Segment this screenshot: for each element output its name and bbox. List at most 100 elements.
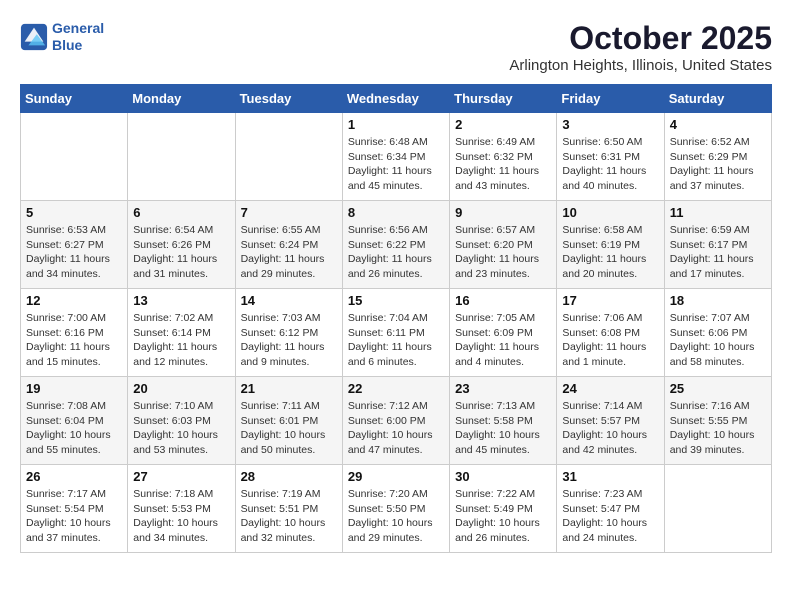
day-info: Sunrise: 7:10 AMSunset: 6:03 PMDaylight:… [133,399,229,458]
day-info: Sunrise: 6:57 AMSunset: 6:20 PMDaylight:… [455,223,551,282]
week-row-2: 5Sunrise: 6:53 AMSunset: 6:27 PMDaylight… [21,201,772,289]
day-info: Sunrise: 7:14 AMSunset: 5:57 PMDaylight:… [562,399,658,458]
day-number: 2 [455,117,551,132]
calendar-cell: 13Sunrise: 7:02 AMSunset: 6:14 PMDayligh… [128,289,235,377]
calendar-cell [128,113,235,201]
day-number: 25 [670,381,766,396]
day-number: 1 [348,117,444,132]
weekday-header-tuesday: Tuesday [235,85,342,113]
weekday-header-saturday: Saturday [664,85,771,113]
calendar-cell: 2 Sunrise: 6:49 AMSunset: 6:32 PMDaylight… [450,113,557,201]
day-info: Sunrise: 7:08 AMSunset: 6:04 PMDaylight:… [26,399,122,458]
weekday-header-wednesday: Wednesday [342,85,449,113]
calendar-cell: 22 Sunrise: 7:12 AMSunset: 6:00 PMDayligh… [342,377,449,465]
day-number: 18 [670,293,766,308]
calendar-cell: 19 Sunrise: 7:08 AMSunset: 6:04 PMDayligh… [21,377,128,465]
calendar-cell: 6 Sunrise: 6:54 AMSunset: 6:26 PMDaylight… [128,201,235,289]
day-info: Sunrise: 6:49 AMSunset: 6:32 PMDaylight:… [455,135,551,194]
day-number: 30 [455,469,551,484]
calendar-cell [235,113,342,201]
day-info: Sunrise: 6:53 AMSunset: 6:27 PMDaylight:… [26,223,122,282]
location: Arlington Heights, Illinois, United Stat… [509,57,772,74]
week-row-3: 12 Sunrise: 7:00 AMSunset: 6:16 PMDayligh… [21,289,772,377]
day-info: Sunrise: 7:06 AMSunset: 6:08 PMDaylight:… [562,311,658,370]
calendar-cell: 10Sunrise: 6:58 AMSunset: 6:19 PMDayligh… [557,201,664,289]
calendar-cell: 9Sunrise: 6:57 AMSunset: 6:20 PMDaylight… [450,201,557,289]
weekday-header-thursday: Thursday [450,85,557,113]
day-info: Sunrise: 6:56 AMSunset: 6:22 PMDaylight:… [348,223,444,282]
calendar-cell: 30 Sunrise: 7:22 AMSunset: 5:49 PMDayligh… [450,465,557,553]
calendar-cell: 8Sunrise: 6:56 AMSunset: 6:22 PMDaylight… [342,201,449,289]
day-number: 6 [133,205,229,220]
calendar-cell [21,113,128,201]
day-info: Sunrise: 6:50 AMSunset: 6:31 PMDaylight:… [562,135,658,194]
day-number: 19 [26,381,122,396]
day-info: Sunrise: 6:54 AMSunset: 6:26 PMDaylight:… [133,223,229,282]
calendar-cell: 25 Sunrise: 7:16 AMSunset: 5:55 PMDayligh… [664,377,771,465]
day-info: Sunrise: 7:18 AMSunset: 5:53 PMDaylight:… [133,487,229,546]
day-info: Sunrise: 7:00 AMSunset: 6:16 PMDaylight:… [26,311,122,370]
day-number: 10 [562,205,658,220]
day-number: 17 [562,293,658,308]
day-info: Sunrise: 7:19 AMSunset: 5:51 PMDaylight:… [241,487,337,546]
day-info: Sunrise: 6:59 AMSunset: 6:17 PMDaylight:… [670,223,766,282]
calendar-cell: 15Sunrise: 7:04 AMSunset: 6:11 PMDayligh… [342,289,449,377]
day-number: 13 [133,293,229,308]
day-info: Sunrise: 7:17 AMSunset: 5:54 PMDaylight:… [26,487,122,546]
day-number: 27 [133,469,229,484]
day-info: Sunrise: 7:20 AMSunset: 5:50 PMDaylight:… [348,487,444,546]
calendar-cell: 11Sunrise: 6:59 AMSunset: 6:17 PMDayligh… [664,201,771,289]
day-number: 31 [562,469,658,484]
day-number: 4 [670,117,766,132]
calendar-cell: 21 Sunrise: 7:11 AMSunset: 6:01 PMDayligh… [235,377,342,465]
day-info: Sunrise: 7:16 AMSunset: 5:55 PMDaylight:… [670,399,766,458]
weekday-header-sunday: Sunday [21,85,128,113]
day-info: Sunrise: 7:07 AMSunset: 6:06 PMDaylight:… [670,311,766,370]
title-block: October 2025 Arlington Heights, Illinois… [509,20,772,74]
day-number: 20 [133,381,229,396]
day-number: 26 [26,469,122,484]
day-info: Sunrise: 7:03 AMSunset: 6:12 PMDaylight:… [241,311,337,370]
logo: General Blue [20,20,104,54]
day-number: 22 [348,381,444,396]
calendar-cell: 31Sunrise: 7:23 AMSunset: 5:47 PMDayligh… [557,465,664,553]
weekday-header-monday: Monday [128,85,235,113]
day-info: Sunrise: 7:12 AMSunset: 6:00 PMDaylight:… [348,399,444,458]
weekday-header-row: SundayMondayTuesdayWednesdayThursdayFrid… [21,85,772,113]
calendar-cell: 16Sunrise: 7:05 AMSunset: 6:09 PMDayligh… [450,289,557,377]
calendar-cell: 24 Sunrise: 7:14 AMSunset: 5:57 PMDayligh… [557,377,664,465]
day-number: 7 [241,205,337,220]
calendar-table: SundayMondayTuesdayWednesdayThursdayFrid… [20,84,772,553]
calendar-cell: 20 Sunrise: 7:10 AMSunset: 6:03 PMDayligh… [128,377,235,465]
calendar-cell: 4Sunrise: 6:52 AMSunset: 6:29 PMDaylight… [664,113,771,201]
weekday-header-friday: Friday [557,85,664,113]
calendar-cell: 3 Sunrise: 6:50 AMSunset: 6:31 PMDaylight… [557,113,664,201]
logo-text: General Blue [52,20,104,54]
day-number: 12 [26,293,122,308]
calendar-cell: 5Sunrise: 6:53 AMSunset: 6:27 PMDaylight… [21,201,128,289]
calendar-cell: 28 Sunrise: 7:19 AMSunset: 5:51 PMDayligh… [235,465,342,553]
day-number: 14 [241,293,337,308]
day-number: 24 [562,381,658,396]
day-info: Sunrise: 6:48 AMSunset: 6:34 PMDaylight:… [348,135,444,194]
calendar-cell: 17 Sunrise: 7:06 AMSunset: 6:08 PMDayligh… [557,289,664,377]
page-header: General Blue October 2025 Arlington Heig… [20,20,772,74]
day-number: 23 [455,381,551,396]
calendar-cell [664,465,771,553]
week-row-1: 1 Sunrise: 6:48 AMSunset: 6:34 PMDaylight… [21,113,772,201]
day-info: Sunrise: 7:11 AMSunset: 6:01 PMDaylight:… [241,399,337,458]
day-info: Sunrise: 7:13 AMSunset: 5:58 PMDaylight:… [455,399,551,458]
calendar-cell: 26 Sunrise: 7:17 AMSunset: 5:54 PMDayligh… [21,465,128,553]
calendar-cell: 1 Sunrise: 6:48 AMSunset: 6:34 PMDaylight… [342,113,449,201]
calendar-cell: 7 Sunrise: 6:55 AMSunset: 6:24 PMDaylight… [235,201,342,289]
calendar-cell: 27 Sunrise: 7:18 AMSunset: 5:53 PMDayligh… [128,465,235,553]
calendar-cell: 14 Sunrise: 7:03 AMSunset: 6:12 PMDayligh… [235,289,342,377]
day-number: 21 [241,381,337,396]
day-info: Sunrise: 7:22 AMSunset: 5:49 PMDaylight:… [455,487,551,546]
day-number: 28 [241,469,337,484]
day-number: 3 [562,117,658,132]
day-info: Sunrise: 6:55 AMSunset: 6:24 PMDaylight:… [241,223,337,282]
day-info: Sunrise: 7:04 AMSunset: 6:11 PMDaylight:… [348,311,444,370]
logo-icon [20,23,48,51]
week-row-4: 19 Sunrise: 7:08 AMSunset: 6:04 PMDayligh… [21,377,772,465]
